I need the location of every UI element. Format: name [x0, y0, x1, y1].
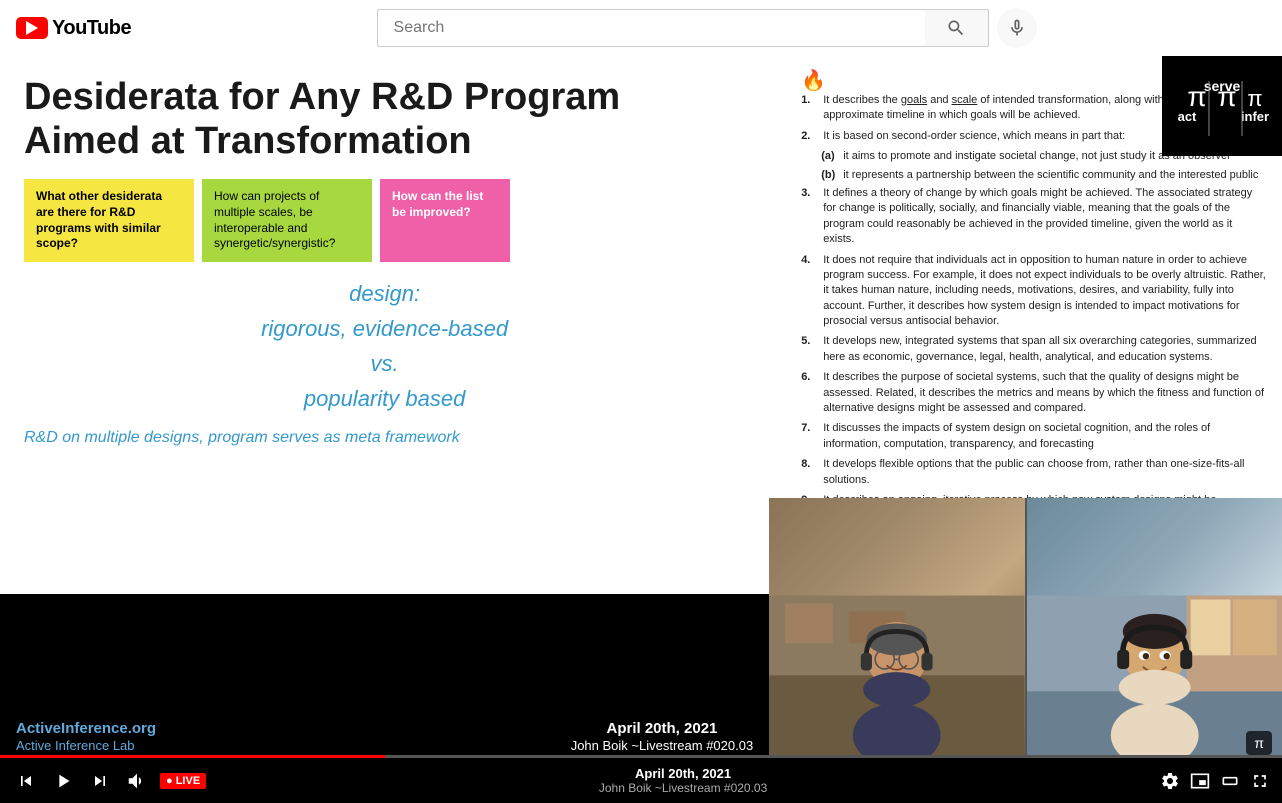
svg-text:π: π [1217, 81, 1236, 112]
video-area[interactable]: Desiderata for Any R&D Program Aimed at … [0, 56, 1282, 803]
miniplayer-icon [1190, 771, 1210, 791]
bottom-bar: ● LIVE April 20th, 2021 John Boik ~Lives… [0, 755, 1282, 803]
webcam-left [769, 498, 1024, 755]
webcam-area [769, 498, 1282, 755]
band-lab: Active Inference Lab [16, 738, 156, 753]
bottom-person-display: John Boik ~Livestream #020.03 [599, 781, 767, 795]
skip-back-button[interactable] [12, 767, 40, 795]
skip-forward-icon [90, 771, 110, 791]
volume-button[interactable] [122, 766, 152, 796]
progress-bar-fill [0, 755, 385, 758]
search-container [377, 8, 1037, 48]
settings-icon [1160, 771, 1180, 791]
topbar: YouTube [0, 0, 1282, 56]
list-item-8: 8. It develops flexible options that the… [801, 457, 1266, 488]
band-date: April 20th, 2021 [607, 720, 718, 737]
volume-icon [126, 770, 148, 792]
bottom-controls: ● LIVE April 20th, 2021 John Boik ~Lives… [0, 766, 1282, 796]
fullscreen-button[interactable] [1250, 771, 1270, 791]
svg-text:infer: infer [1241, 109, 1269, 124]
list-item-4: 4. It does not require that individuals … [801, 253, 1266, 330]
active-inference-logo: serve act infer π π π [1167, 61, 1277, 151]
list-item-3: 3. It defines a theory of change by whic… [801, 186, 1266, 248]
fullscreen-icon [1250, 771, 1270, 791]
theater-button[interactable] [1220, 771, 1240, 791]
live-badge: ● LIVE [160, 773, 206, 789]
logo-top-right: serve act infer π π π [1162, 56, 1282, 156]
person-left-svg [769, 498, 1024, 755]
mic-icon [1007, 18, 1027, 38]
search-button[interactable] [925, 9, 989, 47]
svg-text:π: π [1187, 81, 1206, 112]
list-item-5: 5. It develops new, integrated systems t… [801, 334, 1266, 365]
list-item-6: 6. It describes the purpose of societal … [801, 370, 1266, 416]
bottom-right-controls [1160, 771, 1270, 791]
play-icon [52, 770, 74, 792]
youtube-logo[interactable]: YouTube [16, 17, 131, 40]
svg-text:π: π [1247, 86, 1262, 111]
slide-design-text: design: rigorous, evidence-based vs. pop… [24, 276, 745, 417]
webcam-right [1025, 498, 1282, 755]
list-item-2b: (b) it represents a partnership between … [821, 168, 1266, 183]
main-content: Desiderata for Any R&D Program Aimed at … [0, 56, 1282, 803]
skip-forward-button[interactable] [86, 767, 114, 795]
sticky-note-green: How can projects of multiple scales, be … [202, 179, 372, 261]
slide-bottom-text: R&D on multiple designs, program serves … [24, 429, 745, 447]
youtube-logo-text: YouTube [52, 17, 131, 40]
band-person: John Boik ~Livestream #020.03 [571, 738, 753, 753]
search-icon [946, 18, 966, 38]
miniplayer-button[interactable] [1190, 771, 1210, 791]
youtube-play-icon [16, 17, 48, 39]
sticky-note-pink: How can the list be improved? [380, 179, 510, 261]
mic-button[interactable] [997, 8, 1037, 48]
person-right-svg [1027, 498, 1282, 755]
theater-icon [1220, 771, 1240, 791]
bottom-center-info: April 20th, 2021 John Boik ~Livestream #… [214, 766, 1152, 795]
settings-button[interactable] [1160, 771, 1180, 791]
search-input[interactable] [377, 9, 925, 47]
band-org: ActiveInference.org [16, 720, 156, 737]
slide-title: Desiderata for Any R&D Program Aimed at … [24, 76, 745, 163]
play-button[interactable] [48, 766, 78, 796]
skip-back-icon [16, 771, 36, 791]
sticky-note-yellow: What other desiderata are there for R&D … [24, 179, 194, 261]
slide-content: Desiderata for Any R&D Program Aimed at … [0, 56, 769, 594]
bottom-date-display: April 20th, 2021 [635, 766, 731, 781]
list-flame-icon: 🔥 [801, 70, 826, 92]
sticky-notes: What other desiderata are there for R&D … [24, 179, 745, 261]
pi-badge: π [1246, 731, 1272, 755]
list-item-7: 7. It discusses the impacts of system de… [801, 421, 1266, 452]
progress-bar[interactable] [0, 755, 1282, 758]
slide-bottom-band: ActiveInference.org Active Inference Lab… [0, 717, 769, 755]
